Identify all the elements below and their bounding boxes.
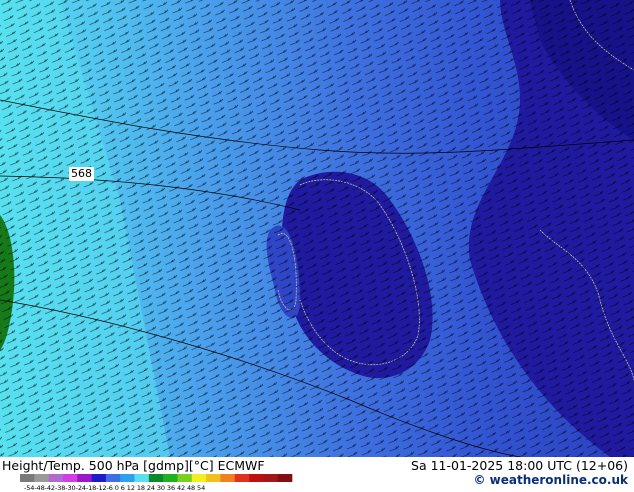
legend-swatch	[263, 474, 278, 482]
legend-swatch	[105, 474, 121, 482]
map-title: Height/Temp. 500 hPa [gdmp][°C] ECMWF	[2, 458, 265, 473]
legend-swatch	[48, 474, 64, 482]
legend-swatch	[249, 474, 264, 482]
color-scale-bar	[20, 474, 293, 482]
copyright: © weatheronline.co.uk	[473, 473, 628, 487]
legend-swatch	[206, 474, 221, 482]
weather-map: 568	[0, 0, 634, 457]
map-canvas	[0, 0, 634, 457]
legend-swatch	[134, 474, 150, 482]
legend-swatch	[148, 474, 164, 482]
legend-swatch	[120, 474, 135, 482]
legend-swatch	[234, 474, 250, 482]
legend-swatch	[220, 474, 236, 482]
map-footer: Height/Temp. 500 hPa [gdmp][°C] ECMWF Sa…	[0, 457, 634, 492]
legend-swatch	[191, 474, 207, 482]
legend-swatch	[91, 474, 107, 482]
legend-swatch	[34, 474, 49, 482]
valid-time: Sa 11-01-2025 18:00 UTC (12+06)	[411, 458, 628, 473]
legend-swatch	[77, 474, 92, 482]
legend-swatch	[62, 474, 78, 482]
legend-swatch	[163, 474, 178, 482]
legend-swatch	[277, 474, 293, 482]
legend-tick-labels: -54-48-42-38-30-24-18-12-6 0 6 12 18 24 …	[24, 484, 206, 492]
legend-swatch	[20, 474, 35, 482]
legend-swatch	[177, 474, 193, 482]
contour-label: 568	[69, 167, 94, 181]
wind-barbs	[0, 0, 634, 457]
